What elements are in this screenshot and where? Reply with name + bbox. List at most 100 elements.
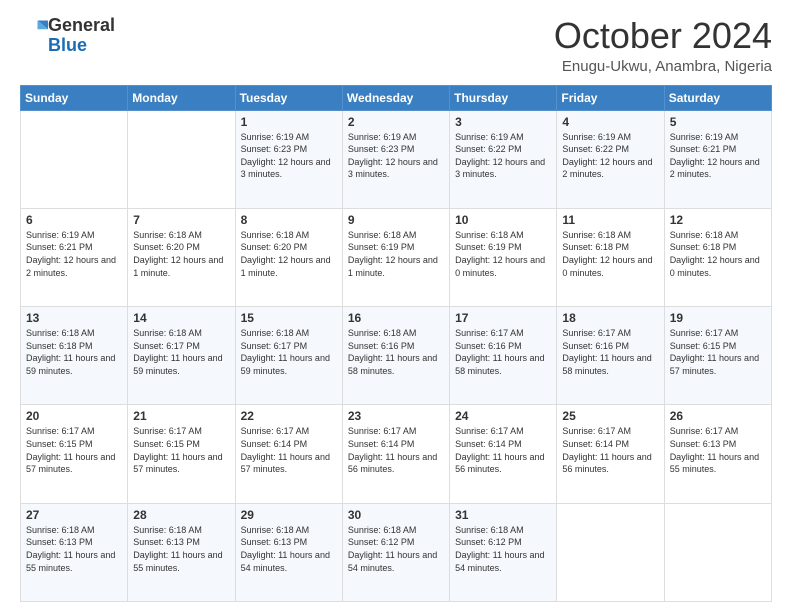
- calendar-week-4: 20 Sunrise: 6:17 AM Sunset: 6:15 PM Dayli…: [21, 405, 772, 503]
- calendar-cell: 22 Sunrise: 6:17 AM Sunset: 6:14 PM Dayli…: [235, 405, 342, 503]
- calendar-cell: 13 Sunrise: 6:18 AM Sunset: 6:18 PM Dayli…: [21, 307, 128, 405]
- calendar-cell: 25Sunrise: 6:17 AM Sunset: 6:14 PM Dayli…: [557, 405, 664, 503]
- weekday-header-row: SundayMondayTuesdayWednesdayThursdayFrid…: [21, 85, 772, 110]
- calendar-cell: 23 Sunrise: 6:17 AM Sunset: 6:14 PM Dayli…: [342, 405, 449, 503]
- day-number: 14: [133, 311, 229, 325]
- day-number: 10: [455, 213, 551, 227]
- calendar-table: SundayMondayTuesdayWednesdayThursdayFrid…: [20, 85, 772, 602]
- calendar-cell: 17Sunrise: 6:17 AM Sunset: 6:16 PM Dayli…: [450, 307, 557, 405]
- location: Enugu-Ukwu, Anambra, Nigeria: [554, 58, 772, 75]
- day-info: Sunrise: 6:17 AM Sunset: 6:14 PM Dayligh…: [455, 425, 551, 475]
- calendar-cell: 31 Sunrise: 6:18 AM Sunset: 6:12 PM Dayli…: [450, 503, 557, 601]
- page: General Blue October 2024 Enugu-Ukwu, An…: [0, 0, 792, 612]
- day-number: 15: [241, 311, 337, 325]
- day-number: 28: [133, 508, 229, 522]
- day-number: 30: [348, 508, 444, 522]
- day-number: 8: [241, 213, 337, 227]
- day-number: 23: [348, 409, 444, 423]
- day-number: 4: [562, 115, 658, 129]
- weekday-header-monday: Monday: [128, 85, 235, 110]
- calendar-cell: 26Sunrise: 6:17 AM Sunset: 6:13 PM Dayli…: [664, 405, 771, 503]
- calendar-cell: 1 Sunrise: 6:19 AM Sunset: 6:23 PM Daylig…: [235, 110, 342, 208]
- day-info: Sunrise: 6:17 AM Sunset: 6:14 PM Dayligh…: [348, 425, 444, 475]
- calendar-cell: 7Sunrise: 6:18 AM Sunset: 6:20 PM Daylig…: [128, 208, 235, 306]
- day-info: Sunrise: 6:17 AM Sunset: 6:16 PM Dayligh…: [455, 327, 551, 377]
- calendar-cell: 20 Sunrise: 6:17 AM Sunset: 6:15 PM Dayli…: [21, 405, 128, 503]
- day-info: Sunrise: 6:17 AM Sunset: 6:13 PM Dayligh…: [670, 425, 766, 475]
- calendar-week-3: 13 Sunrise: 6:18 AM Sunset: 6:18 PM Dayli…: [21, 307, 772, 405]
- day-number: 2: [348, 115, 444, 129]
- day-number: 1: [241, 115, 337, 129]
- calendar-header: SundayMondayTuesdayWednesdayThursdayFrid…: [21, 85, 772, 110]
- day-info: Sunrise: 6:19 AM Sunset: 6:22 PM Dayligh…: [562, 131, 658, 181]
- day-number: 25: [562, 409, 658, 423]
- logo-icon: [20, 17, 48, 45]
- calendar-week-5: 27 Sunrise: 6:18 AM Sunset: 6:13 PM Dayli…: [21, 503, 772, 601]
- calendar-week-1: 1 Sunrise: 6:19 AM Sunset: 6:23 PM Daylig…: [21, 110, 772, 208]
- day-number: 27: [26, 508, 122, 522]
- calendar-cell: 5 Sunrise: 6:19 AM Sunset: 6:21 PM Daylig…: [664, 110, 771, 208]
- calendar-cell: [128, 110, 235, 208]
- weekday-header-tuesday: Tuesday: [235, 85, 342, 110]
- weekday-header-wednesday: Wednesday: [342, 85, 449, 110]
- weekday-header-thursday: Thursday: [450, 85, 557, 110]
- weekday-header-saturday: Saturday: [664, 85, 771, 110]
- calendar-cell: 30Sunrise: 6:18 AM Sunset: 6:12 PM Dayli…: [342, 503, 449, 601]
- calendar-cell: 12 Sunrise: 6:18 AM Sunset: 6:18 PM Dayli…: [664, 208, 771, 306]
- calendar-cell: 2 Sunrise: 6:19 AM Sunset: 6:23 PM Daylig…: [342, 110, 449, 208]
- day-info: Sunrise: 6:18 AM Sunset: 6:18 PM Dayligh…: [670, 229, 766, 279]
- calendar-cell: 9 Sunrise: 6:18 AM Sunset: 6:19 PM Daylig…: [342, 208, 449, 306]
- calendar-cell: 8Sunrise: 6:18 AM Sunset: 6:20 PM Daylig…: [235, 208, 342, 306]
- logo-blue: Blue: [48, 35, 87, 55]
- calendar-cell: [557, 503, 664, 601]
- calendar-cell: 15 Sunrise: 6:18 AM Sunset: 6:17 PM Dayli…: [235, 307, 342, 405]
- calendar-cell: 28 Sunrise: 6:18 AM Sunset: 6:13 PM Dayli…: [128, 503, 235, 601]
- calendar-body: 1 Sunrise: 6:19 AM Sunset: 6:23 PM Daylig…: [21, 110, 772, 601]
- weekday-header-sunday: Sunday: [21, 85, 128, 110]
- calendar-cell: 19Sunrise: 6:17 AM Sunset: 6:15 PM Dayli…: [664, 307, 771, 405]
- calendar-cell: 16 Sunrise: 6:18 AM Sunset: 6:16 PM Dayli…: [342, 307, 449, 405]
- calendar-cell: [21, 110, 128, 208]
- day-number: 3: [455, 115, 551, 129]
- calendar-cell: 27 Sunrise: 6:18 AM Sunset: 6:13 PM Dayli…: [21, 503, 128, 601]
- day-number: 7: [133, 213, 229, 227]
- day-info: Sunrise: 6:18 AM Sunset: 6:18 PM Dayligh…: [562, 229, 658, 279]
- title-block: October 2024 Enugu-Ukwu, Anambra, Nigeri…: [554, 16, 772, 75]
- day-info: Sunrise: 6:18 AM Sunset: 6:13 PM Dayligh…: [26, 524, 122, 574]
- day-info: Sunrise: 6:19 AM Sunset: 6:23 PM Dayligh…: [241, 131, 337, 181]
- calendar-cell: 18 Sunrise: 6:17 AM Sunset: 6:16 PM Dayli…: [557, 307, 664, 405]
- day-info: Sunrise: 6:18 AM Sunset: 6:13 PM Dayligh…: [241, 524, 337, 574]
- day-number: 21: [133, 409, 229, 423]
- day-number: 9: [348, 213, 444, 227]
- calendar-cell: 10Sunrise: 6:18 AM Sunset: 6:19 PM Dayli…: [450, 208, 557, 306]
- day-number: 12: [670, 213, 766, 227]
- day-info: Sunrise: 6:18 AM Sunset: 6:13 PM Dayligh…: [133, 524, 229, 574]
- day-number: 31: [455, 508, 551, 522]
- logo: General Blue: [20, 16, 115, 56]
- day-number: 20: [26, 409, 122, 423]
- day-number: 16: [348, 311, 444, 325]
- logo-text: General Blue: [48, 16, 115, 56]
- day-info: Sunrise: 6:18 AM Sunset: 6:16 PM Dayligh…: [348, 327, 444, 377]
- day-info: Sunrise: 6:17 AM Sunset: 6:15 PM Dayligh…: [26, 425, 122, 475]
- day-info: Sunrise: 6:18 AM Sunset: 6:17 PM Dayligh…: [241, 327, 337, 377]
- day-info: Sunrise: 6:18 AM Sunset: 6:12 PM Dayligh…: [455, 524, 551, 574]
- day-info: Sunrise: 6:19 AM Sunset: 6:23 PM Dayligh…: [348, 131, 444, 181]
- weekday-header-friday: Friday: [557, 85, 664, 110]
- day-info: Sunrise: 6:18 AM Sunset: 6:19 PM Dayligh…: [348, 229, 444, 279]
- day-number: 18: [562, 311, 658, 325]
- calendar-cell: 24Sunrise: 6:17 AM Sunset: 6:14 PM Dayli…: [450, 405, 557, 503]
- day-info: Sunrise: 6:18 AM Sunset: 6:17 PM Dayligh…: [133, 327, 229, 377]
- calendar-cell: 14 Sunrise: 6:18 AM Sunset: 6:17 PM Dayli…: [128, 307, 235, 405]
- day-info: Sunrise: 6:17 AM Sunset: 6:16 PM Dayligh…: [562, 327, 658, 377]
- day-info: Sunrise: 6:18 AM Sunset: 6:18 PM Dayligh…: [26, 327, 122, 377]
- calendar-cell: 6Sunrise: 6:19 AM Sunset: 6:21 PM Daylig…: [21, 208, 128, 306]
- day-info: Sunrise: 6:19 AM Sunset: 6:21 PM Dayligh…: [26, 229, 122, 279]
- day-number: 5: [670, 115, 766, 129]
- day-number: 13: [26, 311, 122, 325]
- day-info: Sunrise: 6:17 AM Sunset: 6:14 PM Dayligh…: [241, 425, 337, 475]
- day-number: 19: [670, 311, 766, 325]
- day-number: 22: [241, 409, 337, 423]
- day-info: Sunrise: 6:19 AM Sunset: 6:21 PM Dayligh…: [670, 131, 766, 181]
- logo-general: General: [48, 15, 115, 35]
